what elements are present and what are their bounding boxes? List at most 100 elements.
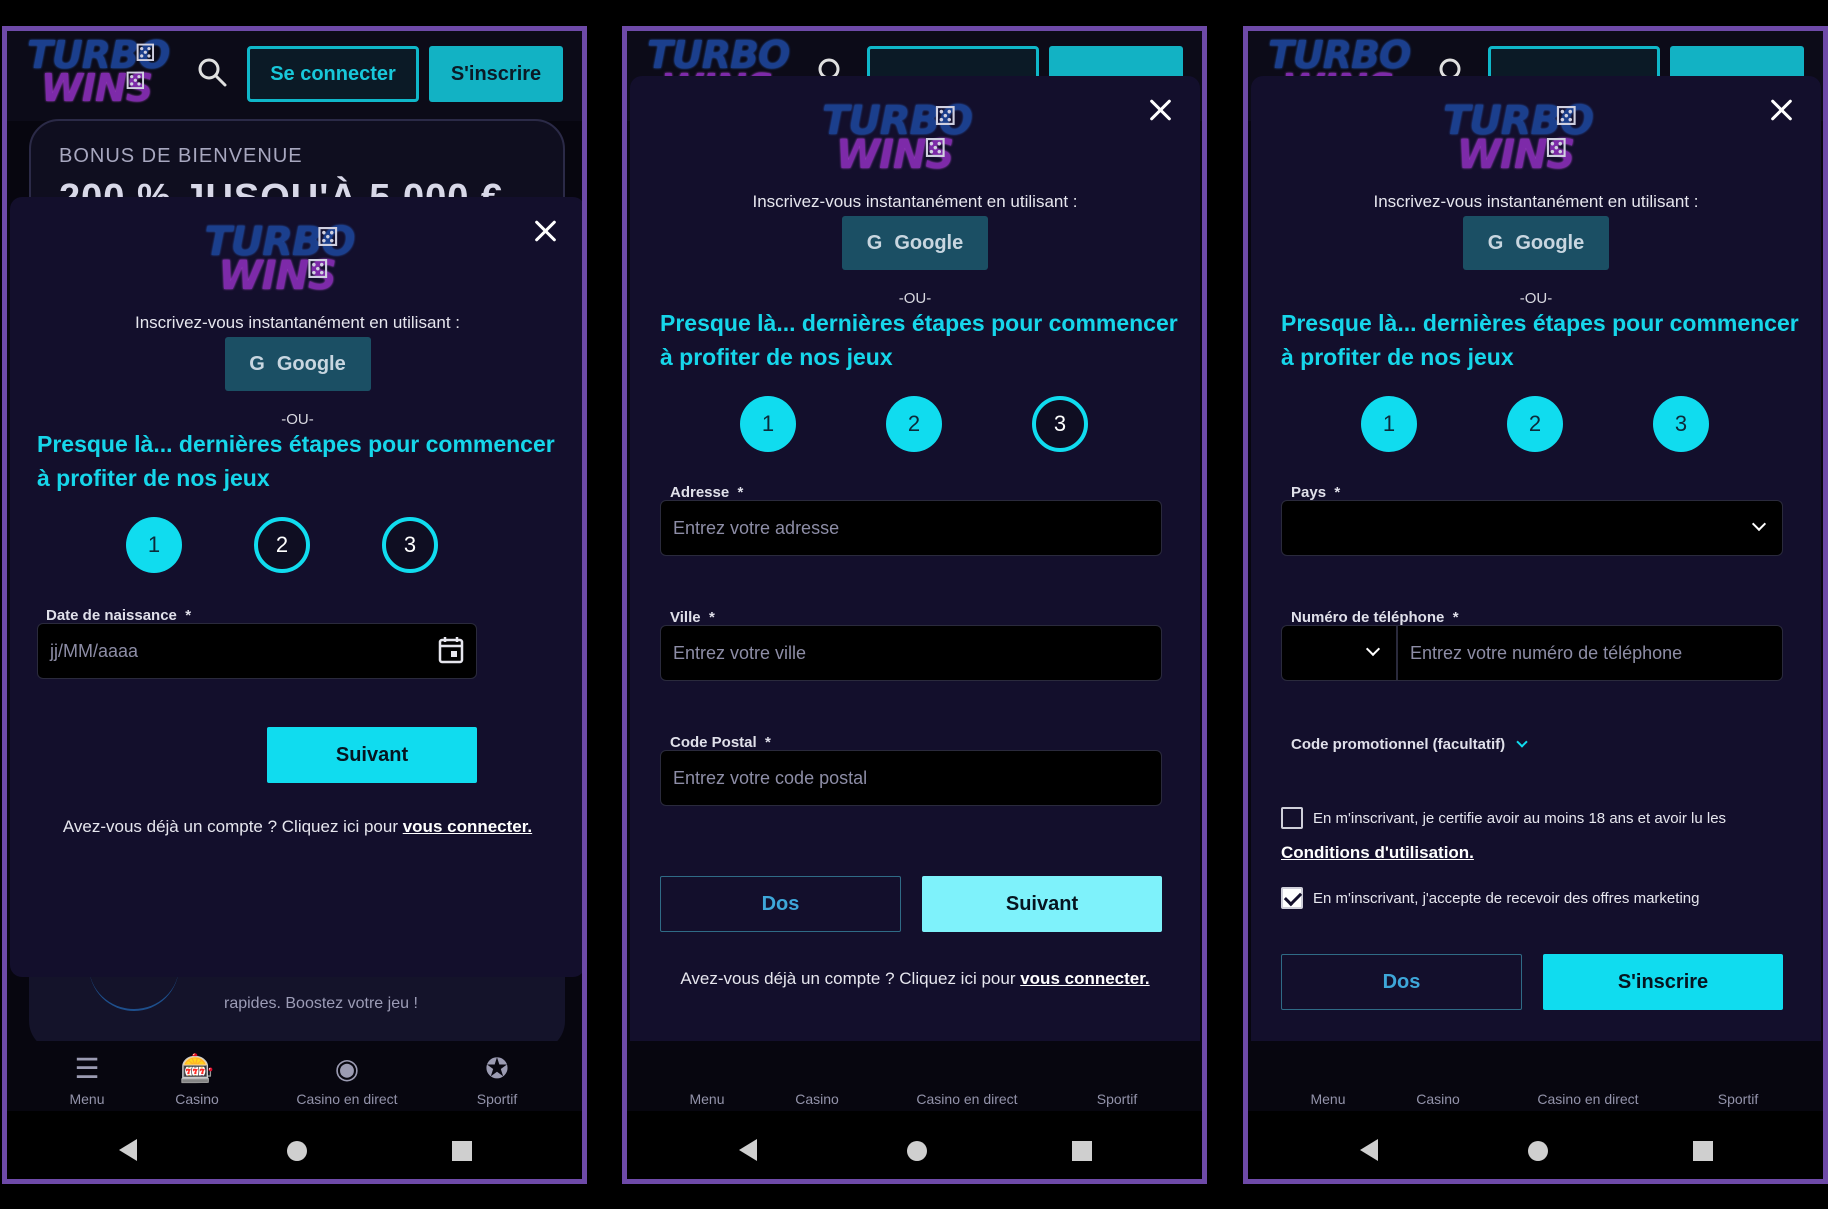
required-mark: * [1334, 484, 1341, 501]
nav-sport[interactable]: Sportif [1678, 1053, 1798, 1107]
next-button[interactable]: Suivant [922, 876, 1162, 932]
chevron-down-icon [1516, 736, 1528, 748]
postal-label-text: Code Postal [670, 734, 757, 751]
close-icon[interactable] [533, 219, 557, 243]
back-icon[interactable] [1360, 1139, 1378, 1161]
nav-live-casino-label: Casino en direct [296, 1091, 398, 1107]
google-label: Google [276, 353, 346, 375]
back-button[interactable]: Dos [660, 876, 901, 932]
turbowins-logo[interactable]: TURBO WINS ⚄ ⚄ [27, 36, 170, 110]
dice-icon: ⚄ [135, 39, 156, 67]
login-button[interactable]: Se connecter [247, 46, 419, 102]
dice-icon: ⚄ [923, 134, 947, 164]
dob-label: Date de naissance * [46, 607, 191, 624]
marketing-consent-text: En m'inscrivant, j'accepte de recevoir d… [1313, 890, 1700, 907]
nav-live-casino[interactable]: Casino en direct [882, 1053, 1052, 1107]
recent-apps-icon[interactable] [452, 1141, 472, 1161]
login-link[interactable]: vous connecter. [1020, 969, 1149, 988]
age-consent-checkbox[interactable] [1281, 807, 1303, 829]
menu-icon [647, 1053, 767, 1085]
top-bar: TURBO WINS ⚄ ⚄ Se connecter S'inscrire [7, 31, 582, 121]
nav-casino-label: Casino [1416, 1091, 1460, 1107]
recent-apps-icon[interactable] [1693, 1141, 1713, 1161]
dob-label-text: Date de naissance [46, 607, 177, 624]
country-select[interactable] [1281, 500, 1783, 556]
google-signup-button[interactable]: G Google [224, 337, 371, 391]
already-account-text: Avez-vous déjà un compte ? Cliquez ici p… [10, 817, 582, 837]
address-label: Adresse * [670, 484, 743, 501]
nav-casino[interactable]: Casino [757, 1053, 877, 1107]
phone-input[interactable]: Entrez votre numéro de téléphone [1397, 625, 1783, 681]
dice-icon: ⚄ [306, 255, 329, 285]
logo-text-2: WINS [835, 132, 954, 179]
instant-signup-text: Inscrivez-vous instantanément en utilisa… [752, 192, 1078, 211]
close-icon[interactable] [1769, 98, 1793, 122]
already-account-label: Avez-vous déjà un compte ? Cliquez ici p… [62, 817, 403, 836]
back-icon[interactable] [119, 1139, 137, 1161]
bottom-nav: ☰ Menu 🎰 Casino ◉ Casino en direct ✪ Sportif [7, 1041, 582, 1111]
dob-input[interactable]: jj/MM/aaaa [37, 623, 477, 679]
search-icon[interactable] [197, 57, 227, 87]
or-divider: -OU- [1519, 290, 1553, 307]
android-nav-bar [627, 1111, 1202, 1179]
signup-submit-button[interactable]: S'inscrire [1543, 954, 1783, 1010]
required-mark: * [765, 734, 771, 751]
calendar-icon[interactable] [438, 636, 464, 664]
address-placeholder: Entrez votre adresse [673, 518, 840, 538]
nav-casino-label: Casino [795, 1091, 839, 1107]
back-icon[interactable] [739, 1139, 757, 1161]
casino-icon [757, 1053, 877, 1085]
phone-screen-step-3: TURBO WINS TURBO WINS ⚄ ⚄ Inscrivez-vous… [1243, 26, 1828, 1184]
country-code-select[interactable] [1281, 625, 1397, 681]
already-account-label: Avez-vous déjà un compte ? Cliquez ici p… [680, 969, 1021, 988]
or-divider: -OU- [281, 411, 314, 428]
nav-menu[interactable]: Menu [1268, 1053, 1388, 1107]
nav-casino[interactable]: 🎰 Casino [137, 1053, 257, 1107]
dice-icon: ⚄ [125, 67, 146, 95]
nav-menu[interactable]: ☰ Menu [27, 1053, 147, 1107]
menu-icon [1268, 1053, 1388, 1085]
dice-icon: ⚄ [1554, 102, 1578, 132]
nav-casino[interactable]: Casino [1378, 1053, 1498, 1107]
casino-icon: 🎰 [179, 1053, 215, 1084]
required-mark: * [708, 609, 715, 626]
postal-code-input[interactable]: Entrez votre code postal [660, 750, 1162, 806]
city-input[interactable]: Entrez votre ville [660, 625, 1162, 681]
required-mark: * [185, 607, 192, 624]
logo-text-2: WINS [41, 65, 153, 110]
next-button[interactable]: Suivant [267, 727, 477, 783]
home-icon[interactable] [907, 1141, 927, 1161]
signup-button[interactable]: S'inscrire [429, 46, 563, 102]
promo-text: rapides. Boostez votre jeu ! [224, 995, 418, 1012]
google-signup-button[interactable]: G Google [1463, 216, 1609, 270]
step-2-indicator: 2 [254, 517, 310, 573]
nav-sport-label: Sportif [476, 1091, 518, 1107]
marketing-consent-checkbox[interactable] [1281, 887, 1303, 909]
nav-sport[interactable]: ✪ Sportif [437, 1053, 557, 1107]
terms-link[interactable]: Conditions d'utilisation. [1281, 843, 1474, 863]
address-input[interactable]: Entrez votre adresse [660, 500, 1162, 556]
step-1-indicator: 1 [126, 517, 182, 573]
back-button[interactable]: Dos [1281, 954, 1522, 1010]
dice-icon: ⚄ [933, 102, 957, 132]
google-icon: G [1487, 232, 1504, 254]
nav-sport[interactable]: Sportif [1057, 1053, 1177, 1107]
step-3-indicator: 3 [1032, 396, 1088, 452]
nav-live-casino[interactable]: ◉ Casino en direct [262, 1053, 432, 1107]
nav-live-casino[interactable]: Casino en direct [1503, 1053, 1673, 1107]
phone-label: Numéro de téléphone * [1291, 609, 1459, 626]
recent-apps-icon[interactable] [1072, 1141, 1092, 1161]
close-icon[interactable] [1148, 98, 1172, 122]
nav-menu-label: Menu [689, 1091, 725, 1107]
step-3-indicator: 3 [1653, 396, 1709, 452]
home-icon[interactable] [287, 1141, 307, 1161]
dice-icon: ⚄ [1544, 134, 1568, 164]
nav-menu[interactable]: Menu [647, 1053, 767, 1107]
home-icon[interactable] [1528, 1141, 1548, 1161]
step-2-indicator: 2 [1507, 396, 1563, 452]
promo-code-toggle[interactable]: Code promotionnel (facultatif) [1291, 736, 1528, 753]
login-link[interactable]: vous connecter. [403, 817, 532, 836]
google-signup-button[interactable]: G Google [842, 216, 988, 270]
nav-sport-label: Sportif [1717, 1091, 1759, 1107]
live-casino-icon [1503, 1053, 1673, 1085]
